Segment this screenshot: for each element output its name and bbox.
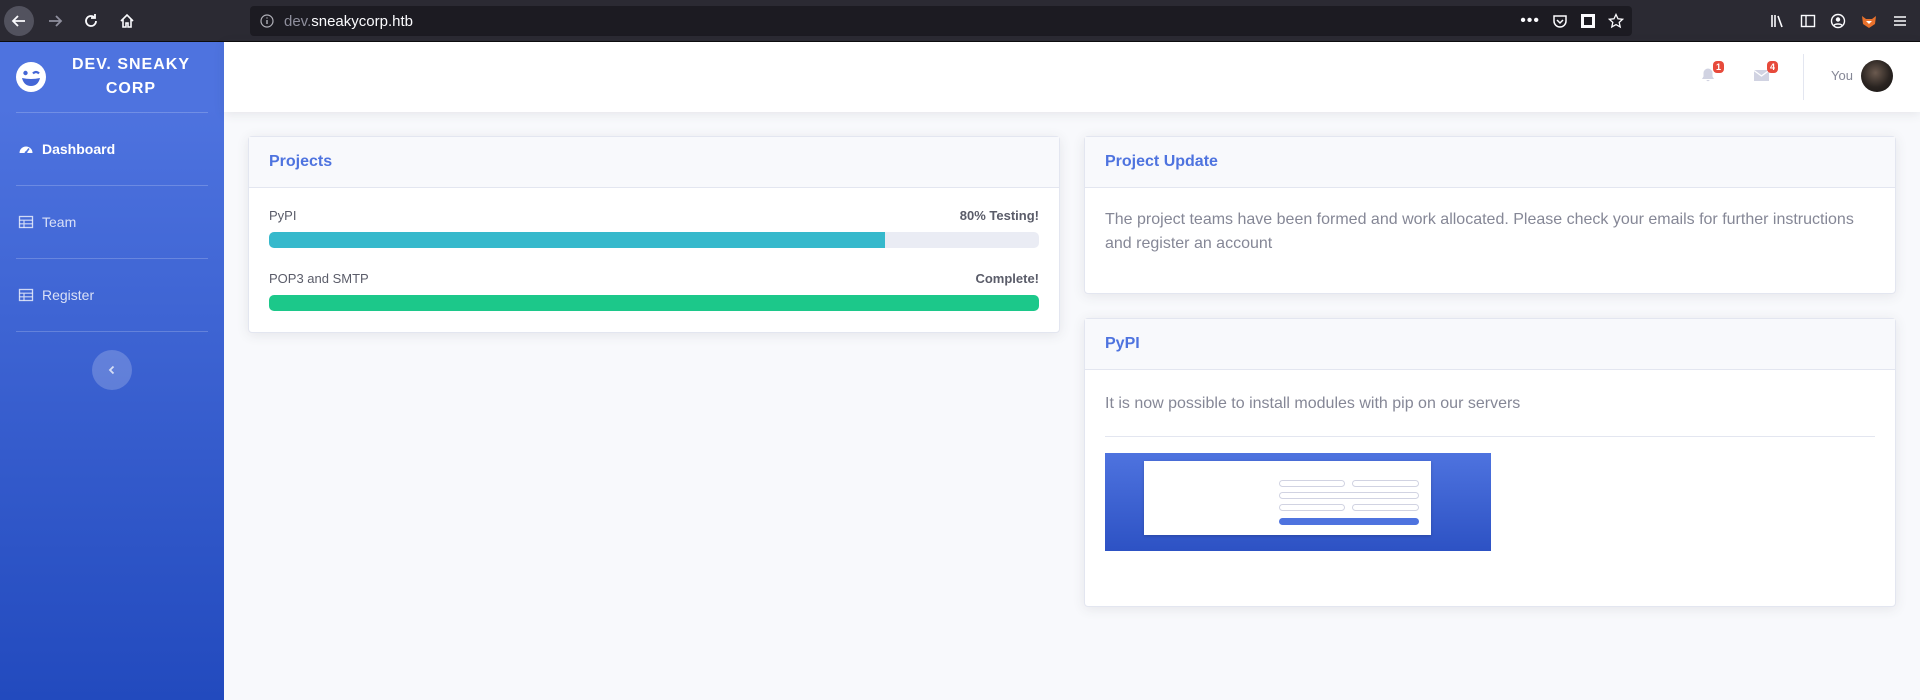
browser-toolbar: dev.sneakycorp.htb ••• [0, 0, 1920, 42]
screenshot-form-preview [1144, 461, 1431, 535]
project-status: Complete! [975, 271, 1039, 286]
sidebar-item-label: Dashboard [42, 141, 116, 157]
messages-button[interactable]: 4 [1753, 61, 1778, 88]
topbar-divider [1803, 54, 1804, 100]
project-update-card: Project Update The project teams have be… [1084, 136, 1896, 294]
url-subdomain: dev. [284, 12, 312, 30]
sidebar-item-team[interactable]: Team [0, 186, 224, 258]
project-update-body: The project teams have been formed and w… [1085, 188, 1895, 276]
library-icon[interactable] [1770, 13, 1786, 29]
project-update-text: The project teams have been formed and w… [1105, 211, 1854, 252]
screenshot-field [1352, 504, 1419, 511]
fox-extension-icon[interactable] [1860, 12, 1878, 30]
table-icon [18, 287, 34, 303]
project-name: POP3 and SMTP [269, 271, 369, 286]
back-button[interactable] [4, 5, 34, 36]
sidebar-item-label: Team [42, 214, 77, 230]
tachometer-icon [18, 141, 34, 157]
star-icon[interactable] [1608, 13, 1624, 29]
user-avatar[interactable] [1861, 60, 1893, 92]
divider [1105, 436, 1875, 437]
alerts-button[interactable]: 1 [1700, 61, 1724, 88]
project-status: 80% Testing! [959, 208, 1039, 223]
project-update-title: Project Update [1085, 137, 1895, 188]
url-bar[interactable]: dev.sneakycorp.htb ••• [250, 6, 1632, 36]
pypi-card: PyPI It is now possible to install modul… [1084, 318, 1896, 607]
screenshot-field [1279, 480, 1345, 487]
projects-card: Projects PyPI 80% Testing! POP3 and SMTP… [248, 136, 1060, 333]
screenshot-field [1352, 480, 1419, 487]
url-domain: sneakycorp.htb [311, 12, 413, 30]
projects-card-title: Projects [249, 137, 1059, 188]
alerts-count-badge: 1 [1712, 61, 1724, 73]
project-row: POP3 and SMTP Complete! [269, 271, 1039, 286]
forward-button[interactable] [40, 6, 70, 36]
pypi-text: It is now possible to install modules wi… [1105, 395, 1521, 412]
project-name: PyPI [269, 208, 297, 223]
sidebar-toggle-icon[interactable] [1800, 13, 1816, 29]
screenshot-field [1279, 504, 1345, 511]
arrow-right-icon [49, 14, 63, 27]
table-icon [18, 214, 34, 230]
sidebar-toggle-button[interactable] [92, 350, 132, 390]
register-screenshot-image [1105, 453, 1491, 551]
progress-fill [269, 232, 885, 248]
extension-icon[interactable] [1580, 13, 1596, 29]
sidebar-item-label: Register [42, 287, 95, 303]
chevron-left-icon [108, 365, 115, 375]
arrow-left-icon [11, 14, 25, 27]
sidebar-item-dashboard[interactable]: Dashboard [0, 113, 224, 185]
topbar: 1 4 You [224, 42, 1920, 112]
url-text: dev.sneakycorp.htb [284, 13, 413, 30]
reload-button[interactable] [76, 6, 106, 36]
account-icon[interactable] [1830, 13, 1846, 29]
sidebar: DEV. SNEAKY CORP Dashboard Team Register [0, 42, 224, 700]
progress-fill [269, 295, 1039, 311]
more-icon[interactable]: ••• [1520, 12, 1540, 30]
pocket-icon[interactable] [1552, 13, 1568, 29]
project-row: PyPI 80% Testing! [269, 208, 1039, 223]
menu-icon[interactable] [1892, 13, 1908, 29]
messages-count-badge: 4 [1766, 61, 1778, 73]
progress-bar [269, 232, 1039, 248]
pypi-card-body: It is now possible to install modules wi… [1085, 370, 1895, 571]
sidebar-divider [16, 331, 208, 332]
brand-name: DEV. SNEAKY CORP [72, 56, 190, 97]
reload-icon [85, 13, 97, 27]
home-icon [120, 13, 134, 28]
laugh-wink-icon [16, 62, 46, 92]
home-button[interactable] [112, 6, 142, 36]
info-icon[interactable] [250, 14, 284, 28]
pypi-card-title: PyPI [1085, 319, 1895, 370]
user-name[interactable]: You [1831, 68, 1853, 83]
progress-bar [269, 295, 1039, 311]
projects-card-body: PyPI 80% Testing! POP3 and SMTP Complete… [249, 188, 1059, 331]
screenshot-field [1279, 492, 1419, 499]
screenshot-button [1279, 518, 1419, 525]
sidebar-brand[interactable]: DEV. SNEAKY CORP [0, 42, 224, 112]
sidebar-item-register[interactable]: Register [0, 259, 224, 331]
